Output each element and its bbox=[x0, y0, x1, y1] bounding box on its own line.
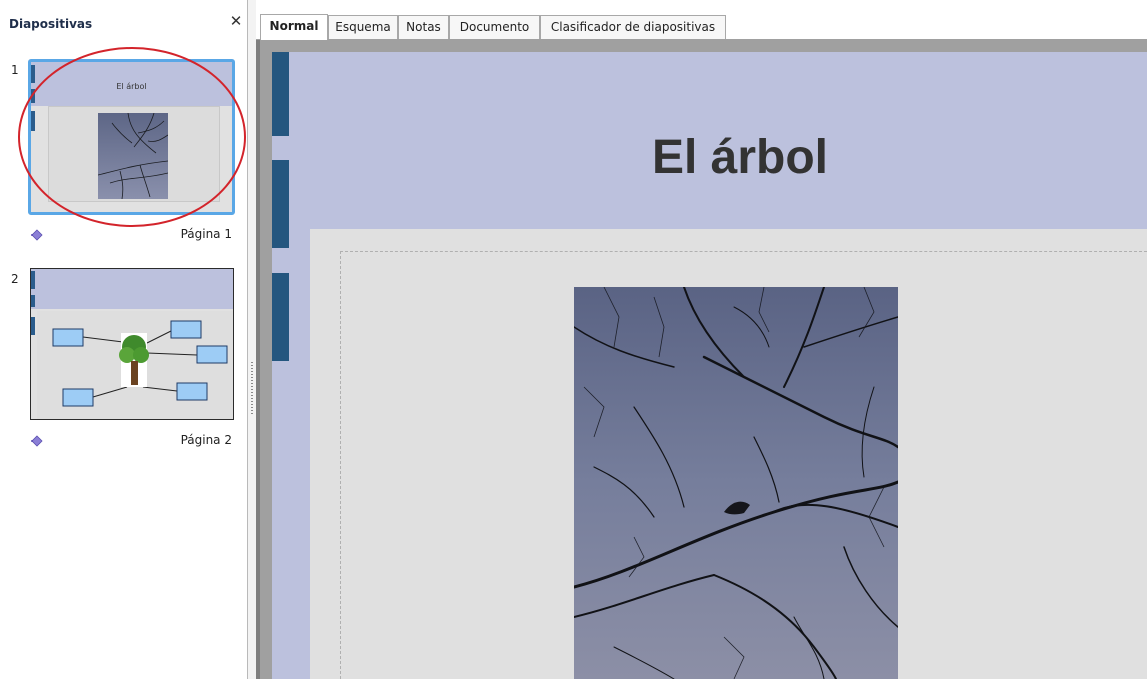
slide-accent-bar bbox=[272, 273, 289, 361]
slides-pane-header: Diapositivas ✕ bbox=[0, 0, 248, 44]
tab-documento[interactable]: Documento bbox=[449, 15, 540, 39]
slide-thumbnail-2[interactable] bbox=[30, 268, 234, 420]
tab-esquema[interactable]: Esquema bbox=[328, 15, 398, 39]
slide-caption-2: Página 2 bbox=[180, 433, 232, 447]
pane-splitter[interactable] bbox=[248, 0, 256, 679]
thumb-accent-bar bbox=[31, 65, 35, 83]
tree-photo-image bbox=[574, 287, 898, 679]
slide-transition-icon bbox=[31, 435, 43, 447]
slides-pane-title: Diapositivas bbox=[9, 17, 93, 31]
slide-caption-row-2: Página 2 bbox=[0, 432, 248, 450]
highlight-ellipse bbox=[18, 47, 246, 227]
tab-normal[interactable]: Normal bbox=[260, 14, 328, 40]
splitter-grip[interactable] bbox=[251, 362, 253, 414]
thumb-accent-bar bbox=[31, 271, 35, 289]
slide-accent-bar bbox=[272, 52, 289, 136]
thumb-mindmap-diagram bbox=[37, 311, 233, 419]
slide-number-2: 2 bbox=[11, 272, 19, 286]
slide-caption-1: Página 1 bbox=[180, 227, 232, 241]
tab-clasificador[interactable]: Clasificador de diapositivas bbox=[540, 15, 726, 39]
thumb-accent-bar bbox=[31, 295, 35, 307]
slides-pane: Diapositivas ✕ 1 El árbol Página 1 2 Pág… bbox=[0, 0, 248, 679]
slide-transition-icon bbox=[31, 229, 43, 241]
slide-caption-row-1: Página 1 bbox=[0, 226, 248, 244]
tab-notas[interactable]: Notas bbox=[398, 15, 449, 39]
tree-photo[interactable] bbox=[574, 287, 898, 679]
slide-number-1: 1 bbox=[11, 63, 19, 77]
slide-accent-bar bbox=[272, 160, 289, 248]
thumb-title-band bbox=[31, 269, 233, 309]
slide-title[interactable]: El árbol bbox=[480, 130, 1000, 185]
view-tabs: Normal Esquema Notas Documento Clasifica… bbox=[256, 0, 1147, 40]
close-icon[interactable]: ✕ bbox=[228, 13, 244, 29]
